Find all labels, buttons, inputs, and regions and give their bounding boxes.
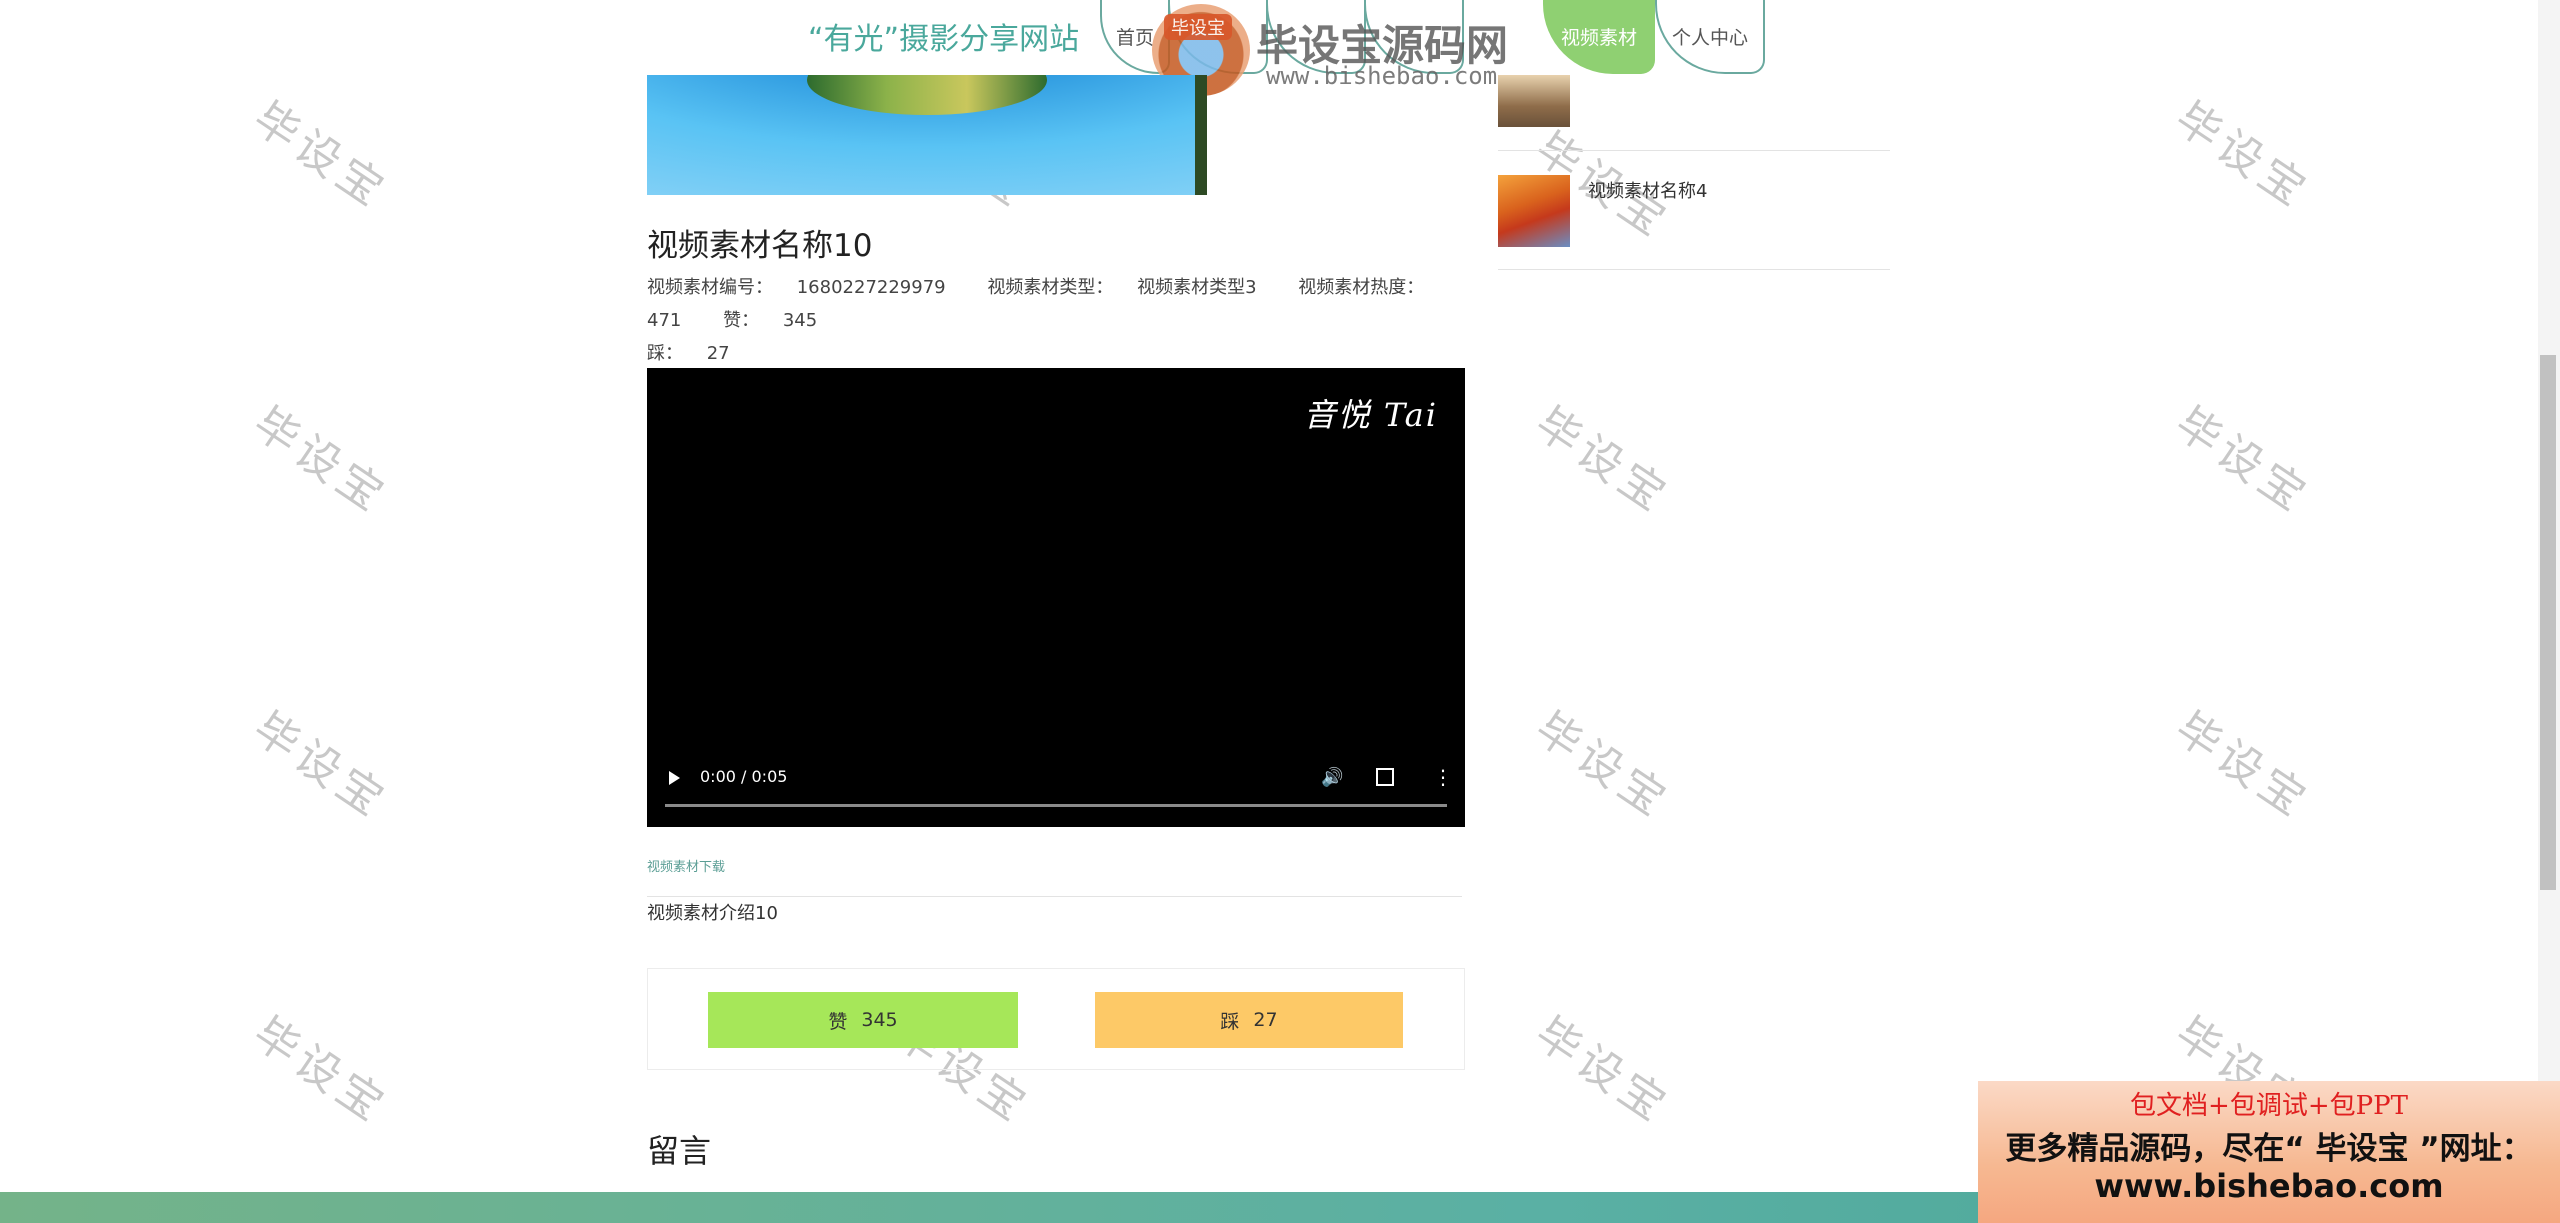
meta-label: 视频素材编号： [647,277,773,298]
cover-image-ground [807,75,1047,115]
dislike-label: 踩 [1220,1010,1240,1033]
video-time: 0:00 / 0:05 [700,767,788,786]
video-progress-bar[interactable] [665,804,1447,807]
cover-image [647,75,1207,195]
video-intro: 视频素材介绍10 [647,903,778,924]
meta-dislikes: 踩： 27 [647,343,748,364]
video-player[interactable]: 音悦 Tai 0:00 / 0:05 🔊 ⋮ [647,368,1465,827]
overlay-logo-badge: 毕设宝 [1164,14,1232,40]
meta-type: 视频素材类型： 视频素材类型3 [987,277,1274,298]
watermark: 毕设宝 [1526,702,1679,829]
nav-tab-video-materials[interactable]: 视频素材 [1543,0,1655,74]
like-button[interactable]: 赞 345 [708,992,1018,1048]
meta-label: 踩： [647,343,683,364]
promo-line: 更多精品源码，尽在“ 毕设宝 ”网址： [2005,1131,2533,1167]
video-meta: 视频素材编号： 1680227229979 视频素材类型： 视频素材类型3 视频… [647,271,1467,370]
sidebar-item-title[interactable]: 视频素材名称4 [1588,177,1707,203]
watermark: 毕设宝 [2166,92,2319,219]
promo-line: 包文档+包调试+包PPT [2130,1091,2408,1121]
watermark: 毕设宝 [244,92,397,219]
divider [1498,269,1890,270]
video-title: 视频素材名称10 [647,228,873,264]
meta-label: 视频素材类型： [987,277,1114,298]
comments-heading: 留言 [647,1132,712,1170]
dislike-count: 27 [1253,1009,1278,1031]
watermark: 毕设宝 [1526,397,1679,524]
nav-tab-label: 视频素材 [1560,26,1637,49]
download-link[interactable]: 视频素材下载 [647,856,725,875]
more-options-icon[interactable]: ⋮ [1433,765,1453,789]
divider [1498,150,1890,151]
meta-label: 赞： [723,310,760,331]
promo-banner[interactable]: 包文档+包调试+包PPT 更多精品源码，尽在“ 毕设宝 ”网址： www.bis… [1978,1081,2560,1223]
watermark: 毕设宝 [2166,702,2319,829]
meta-value: 27 [706,343,730,364]
sidebar-item-thumbnail[interactable] [1498,175,1570,247]
divider [647,896,1462,897]
meta-value: 345 [782,310,818,331]
meta-value: 1680227229979 [796,277,946,298]
promo-url: www.bishebao.com [2094,1167,2444,1205]
like-label: 赞 [828,1010,848,1033]
meta-value: 471 [647,310,682,331]
sidebar-item-thumbnail[interactable] [1498,75,1570,127]
watermark: 毕设宝 [244,397,397,524]
cover-image-edge [1195,75,1207,195]
watermark: 毕设宝 [244,702,397,829]
like-count: 345 [861,1009,898,1031]
dislike-button[interactable]: 踩 27 [1095,992,1403,1048]
video-controls: 0:00 / 0:05 🔊 ⋮ [647,757,1465,827]
meta-id: 视频素材编号： 1680227229979 [647,277,964,298]
watermark: 毕设宝 [244,1007,397,1134]
site-title[interactable]: “有光”摄影分享网站 [808,14,1079,58]
meta-label: 视频素材热度： [1298,277,1425,298]
watermark: 毕设宝 [2166,397,2319,524]
video-watermark: 音悦 Tai [1303,396,1438,434]
nav-tab-label: 首页 [1115,26,1154,49]
play-icon[interactable] [669,771,680,785]
meta-value: 视频素材类型3 [1137,277,1257,298]
overlay-logo-url: www.bishebao.com [1266,62,1498,90]
nav-tab-personal-center[interactable]: 个人中心 [1655,0,1765,74]
fullscreen-icon[interactable] [1376,768,1394,786]
volume-icon[interactable]: 🔊 [1321,767,1343,788]
watermark: 毕设宝 [1526,1007,1679,1134]
nav-tab-label: 个人中心 [1671,26,1748,49]
scrollbar-thumb[interactable] [2540,355,2556,890]
meta-likes: 赞： 345 [723,310,835,331]
